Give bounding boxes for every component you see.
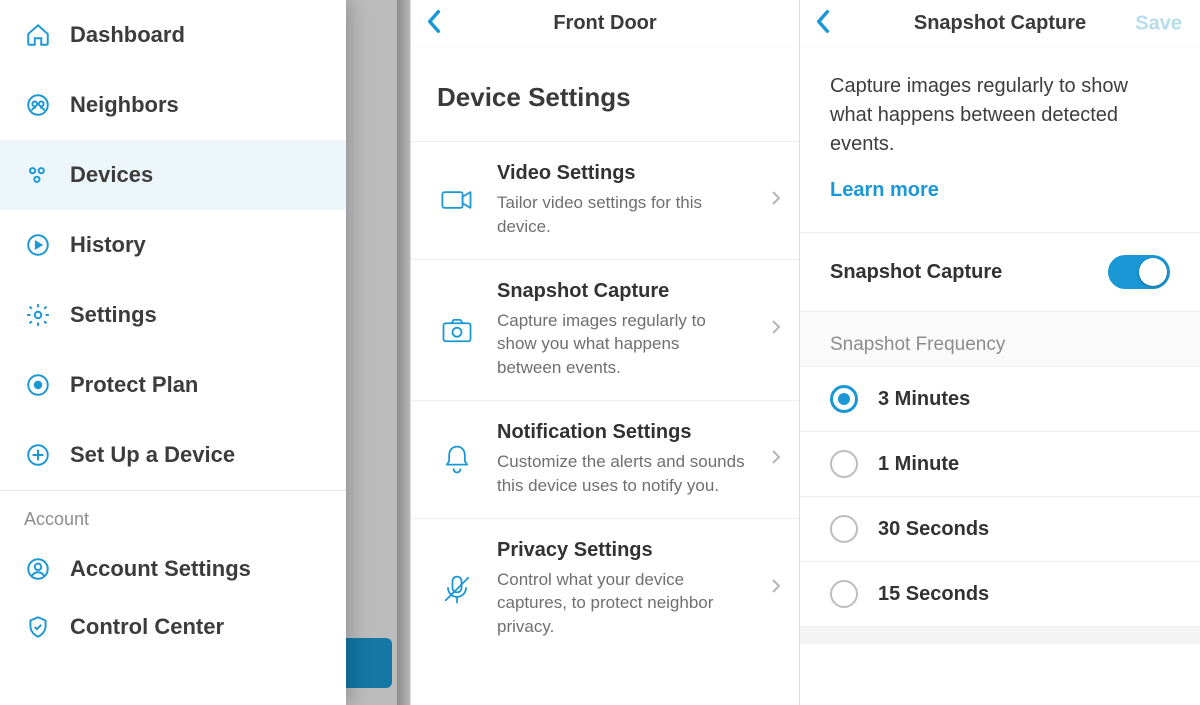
sidebar-item-history[interactable]: History bbox=[0, 210, 346, 280]
person-icon bbox=[24, 556, 52, 582]
device-settings-panel: Front Door Device Settings Video Setting… bbox=[410, 0, 800, 705]
snapshot-description: Capture images regularly to show what ha… bbox=[830, 72, 1170, 159]
radio-label: 3 Minutes bbox=[878, 388, 970, 411]
sidebar-item-settings[interactable]: Settings bbox=[0, 280, 346, 350]
sidebar-item-dashboard[interactable]: Dashboard bbox=[0, 0, 346, 70]
sidebar-item-label: Devices bbox=[70, 162, 153, 188]
snapshot-toggle-row: Snapshot Capture bbox=[800, 232, 1200, 312]
chevron-right-icon bbox=[771, 319, 787, 340]
sidebar-item-neighbors[interactable]: Neighbors bbox=[0, 70, 346, 140]
sidebar-item-label: Settings bbox=[70, 302, 157, 328]
sidebar-item-label: Protect Plan bbox=[70, 372, 198, 398]
sidebar-item-label: Control Center bbox=[70, 614, 224, 640]
row-snapshot-capture[interactable]: Snapshot Capture Capture images regularl… bbox=[411, 259, 799, 400]
radio-icon bbox=[830, 450, 858, 478]
page-title: Device Settings bbox=[411, 48, 799, 141]
snapshot-navbar: Snapshot Capture Save bbox=[800, 0, 1200, 48]
devices-icon bbox=[24, 162, 52, 188]
radio-icon bbox=[830, 385, 858, 413]
mic-off-icon bbox=[437, 571, 477, 607]
frequency-option-3min[interactable]: 3 Minutes bbox=[800, 366, 1200, 431]
save-button[interactable]: Save bbox=[1135, 12, 1182, 35]
row-notification-settings[interactable]: Notification Settings Customize the aler… bbox=[411, 400, 799, 518]
sidebar-item-setup-device[interactable]: Set Up a Device bbox=[0, 420, 346, 490]
bell-icon bbox=[437, 441, 477, 477]
sidebar-item-label: Account Settings bbox=[70, 556, 251, 582]
radio-label: 30 Seconds bbox=[878, 518, 989, 541]
row-desc: Customize the alerts and sounds this dev… bbox=[497, 450, 751, 498]
camera-icon bbox=[437, 312, 477, 348]
snapshot-toggle[interactable] bbox=[1108, 255, 1170, 289]
sidebar-panel: Vid Sec Sug Rin Dashboard Neighbors Devi… bbox=[0, 0, 410, 705]
history-icon bbox=[24, 232, 52, 258]
row-video-settings[interactable]: Video Settings Tailor video settings for… bbox=[411, 141, 799, 259]
nav-title: Front Door bbox=[553, 12, 656, 35]
shield-check-icon bbox=[24, 614, 52, 640]
footer-gap bbox=[800, 626, 1200, 644]
nav-title: Snapshot Capture bbox=[914, 12, 1086, 35]
plus-circle-icon bbox=[24, 442, 52, 468]
back-button[interactable] bbox=[425, 8, 443, 39]
sidebar-item-devices[interactable]: Devices bbox=[0, 140, 346, 210]
neighbors-icon bbox=[24, 92, 52, 118]
main-sidebar: Dashboard Neighbors Devices History Sett… bbox=[0, 0, 346, 705]
learn-more-link[interactable]: Learn more bbox=[830, 179, 939, 202]
radio-label: 1 Minute bbox=[878, 453, 959, 476]
radio-icon bbox=[830, 515, 858, 543]
chevron-right-icon bbox=[771, 578, 787, 599]
sidebar-item-label: Neighbors bbox=[70, 92, 179, 118]
sidebar-item-protect-plan[interactable]: Protect Plan bbox=[0, 350, 346, 420]
frequency-option-15sec[interactable]: 15 Seconds bbox=[800, 561, 1200, 626]
sidebar-item-account-settings[interactable]: Account Settings bbox=[0, 540, 346, 598]
toggle-label: Snapshot Capture bbox=[830, 261, 1002, 284]
row-title: Privacy Settings bbox=[497, 539, 751, 562]
sidebar-item-label: Set Up a Device bbox=[70, 442, 235, 468]
back-button[interactable] bbox=[814, 8, 832, 39]
row-title: Video Settings bbox=[497, 162, 751, 185]
row-desc: Capture images regularly to show you wha… bbox=[497, 309, 751, 380]
gear-icon bbox=[24, 302, 52, 328]
row-desc: Control what your device captures, to pr… bbox=[497, 568, 751, 639]
frequency-option-1min[interactable]: 1 Minute bbox=[800, 431, 1200, 496]
row-title: Notification Settings bbox=[497, 421, 751, 444]
device-settings-navbar: Front Door bbox=[411, 0, 799, 48]
sidebar-item-control-center[interactable]: Control Center bbox=[0, 598, 346, 656]
sidebar-section-account: Account bbox=[0, 490, 346, 540]
chevron-right-icon bbox=[771, 449, 787, 470]
row-privacy-settings[interactable]: Privacy Settings Control what your devic… bbox=[411, 518, 799, 659]
radio-label: 15 Seconds bbox=[878, 583, 989, 606]
frequency-header: Snapshot Frequency bbox=[800, 312, 1200, 366]
chevron-right-icon bbox=[771, 190, 787, 211]
frequency-option-30sec[interactable]: 30 Seconds bbox=[800, 496, 1200, 561]
home-icon bbox=[24, 22, 52, 48]
radio-icon bbox=[830, 580, 858, 608]
sidebar-item-label: History bbox=[70, 232, 146, 258]
row-desc: Tailor video settings for this device. bbox=[497, 191, 751, 239]
protect-icon bbox=[24, 372, 52, 398]
row-title: Snapshot Capture bbox=[497, 280, 751, 303]
video-icon bbox=[437, 182, 477, 218]
sidebar-item-label: Dashboard bbox=[70, 22, 185, 48]
snapshot-capture-panel: Snapshot Capture Save Capture images reg… bbox=[800, 0, 1200, 705]
